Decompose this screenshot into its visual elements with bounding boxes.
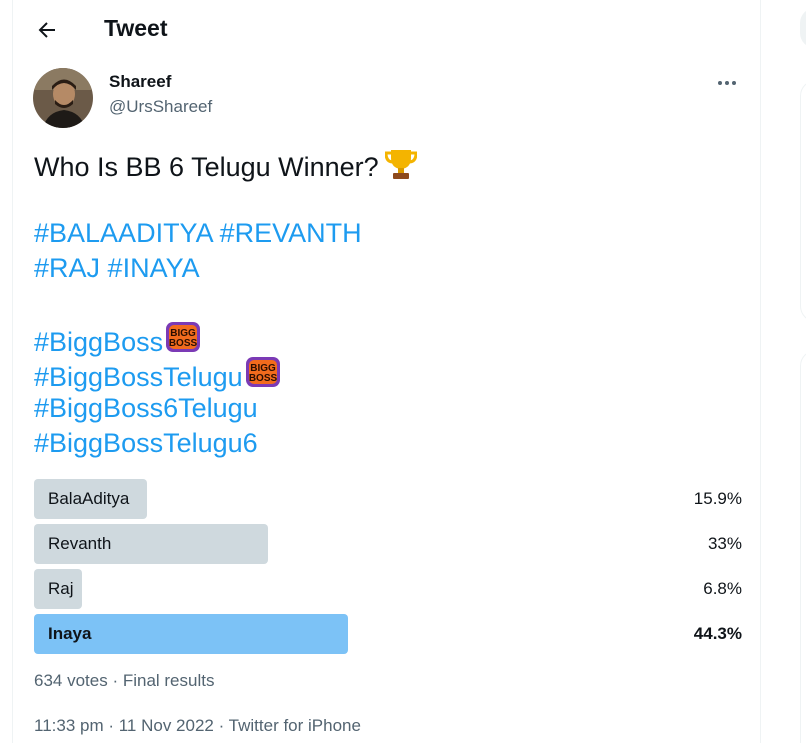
hashtag-link[interactable]: #REVANTH [220, 218, 362, 248]
hashtag-link[interactable]: #BALAADITYA [34, 218, 212, 248]
search-box-edge[interactable] [800, 8, 806, 48]
hashtag-link[interactable]: #BiggBoss6Telugu [34, 393, 258, 423]
hashtag-link[interactable]: #BiggBoss [34, 327, 163, 357]
poll-results-meta: 634 votes · Final results [34, 671, 215, 690]
page-header: Tweet [13, 0, 760, 58]
sidebar-panel-edge [800, 80, 806, 322]
right-sidebar-edge [797, 0, 806, 743]
poll-option-percent: 33% [707, 534, 742, 553]
avatar-image [33, 68, 93, 128]
back-button[interactable] [35, 18, 59, 42]
tweet-column: Tweet Shareef @UrsShareef Who Is BB 6 Te… [12, 0, 761, 743]
badge-text-line-2: BOSS [248, 373, 277, 384]
hashtag-link[interactable]: #BiggBossTelugu6 [34, 428, 258, 458]
author-handle[interactable]: @UrsShareef [109, 97, 212, 117]
hashtag-line-3: #BiggBoss BIGG BOSS [34, 321, 734, 357]
avatar[interactable] [33, 68, 93, 128]
tweet-timestamp[interactable]: 11:33 pm · 11 Nov 2022 · Twitter for iPh… [34, 716, 361, 736]
trophy-icon [384, 146, 418, 180]
poll-option: Raj 6.8% [34, 569, 742, 609]
author-name[interactable]: Shareef [109, 72, 171, 92]
hashtag-line-1: #BALAADITYA #REVANTH [34, 216, 734, 251]
poll-option: Revanth 33% [34, 524, 742, 564]
hashtag-line-4: #BiggBossTelugu BIGG BOSS [34, 356, 734, 392]
hashtag-line-2: #RAJ #INAYA [34, 251, 734, 286]
poll-option: BalaAditya 15.9% [34, 479, 742, 519]
more-button[interactable] [716, 74, 738, 92]
poll-option-label: Inaya [48, 624, 92, 643]
tweet-question: Who Is BB 6 Telugu Winner? [34, 152, 379, 182]
page-title: Tweet [104, 15, 168, 41]
hashtag-line-6: #BiggBossTelugu6 [34, 426, 734, 461]
more-horizontal-icon [718, 81, 736, 85]
poll-option-label: Raj [48, 579, 74, 598]
hashtag-link[interactable]: #BiggBossTelugu [34, 362, 243, 392]
sidebar-panel-edge [800, 350, 806, 743]
arrow-left-icon [38, 22, 55, 38]
bigg-boss-emoji-icon: BIGG BOSS [165, 321, 201, 353]
tweet-question-line: Who Is BB 6 Telugu Winner? [34, 146, 734, 182]
poll-option-percent: 6.8% [703, 579, 742, 598]
poll-option-percent: 44.3% [693, 624, 742, 643]
tweet-text: Who Is BB 6 Telugu Winner? #BALAADITYA #… [34, 146, 734, 461]
bigg-boss-emoji-icon: BIGG BOSS [245, 356, 281, 388]
hashtag-line-5: #BiggBoss6Telugu [34, 391, 734, 426]
poll-option-label: Revanth [48, 534, 112, 553]
poll-option-percent: 15.9% [693, 489, 742, 508]
poll-option-label: BalaAditya [48, 489, 130, 508]
poll-option-winner: Inaya 44.3% [34, 614, 742, 654]
badge-text-line-2: BOSS [169, 338, 198, 349]
hashtag-link[interactable]: #RAJ [34, 253, 100, 283]
hashtag-link[interactable]: #INAYA [108, 253, 200, 283]
